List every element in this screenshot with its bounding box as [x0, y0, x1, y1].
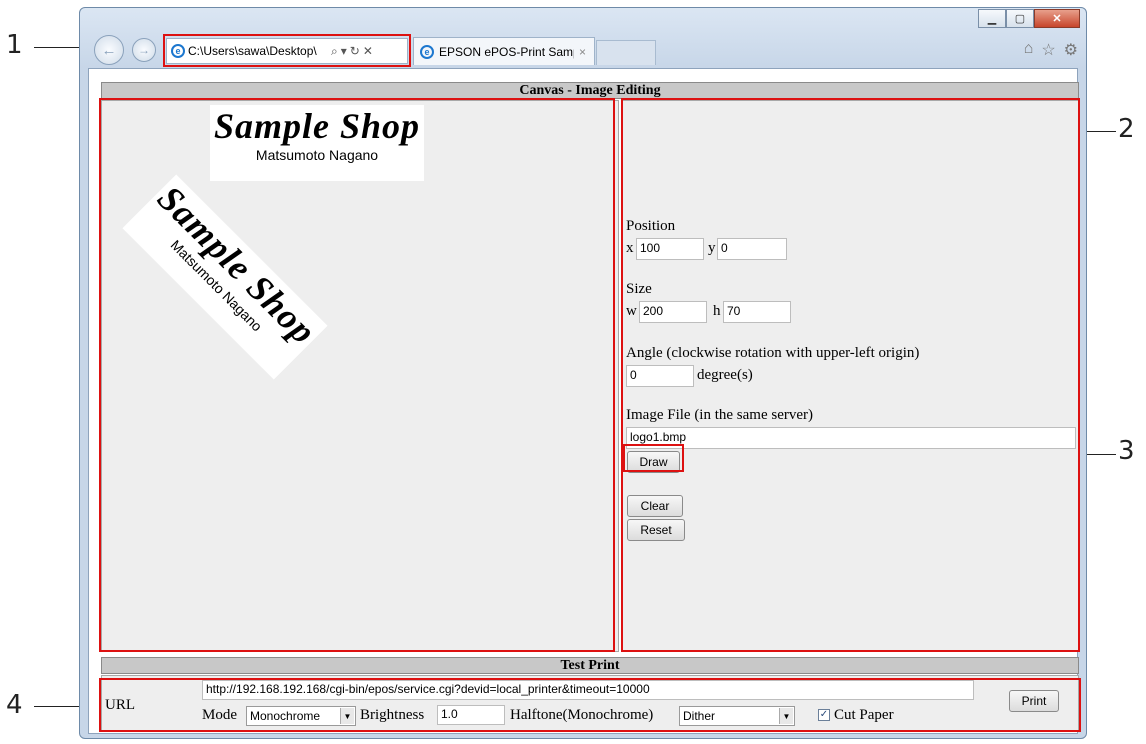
angle-input[interactable]: 0: [626, 365, 694, 387]
settings-gear-icon[interactable]: ⚙: [1064, 40, 1078, 60]
rotated-logo-title: Sample Shop: [150, 177, 325, 352]
title-bar: ▁ ▢ ✕ ← → e C:\Users\sawa\Desktop\ ⌕ ▾ ↻…: [80, 8, 1086, 68]
brightness-label: Brightness: [360, 707, 425, 723]
reset-button[interactable]: Reset: [627, 519, 685, 541]
clear-button[interactable]: Clear: [627, 495, 683, 517]
address-text: C:\Users\sawa\Desktop\: [188, 44, 317, 58]
window-controls: ▁ ▢ ✕: [978, 9, 1080, 28]
close-window-icon[interactable]: ✕: [1034, 9, 1080, 28]
w-input[interactable]: 200: [639, 301, 707, 323]
canvas-section-header: Canvas - Image Editing: [101, 82, 1079, 99]
mode-value: Monochrome: [250, 709, 321, 723]
mode-select[interactable]: Monochrome ▼: [246, 706, 356, 726]
dropdown-icon[interactable]: ▾: [341, 44, 347, 58]
angle-label: Angle (clockwise rotation with upper-lef…: [626, 345, 920, 361]
x-label: x: [626, 240, 634, 256]
h-input[interactable]: 70: [723, 301, 791, 323]
back-icon[interactable]: ←: [94, 35, 124, 65]
controls-panel: Position x 100 y 0 Size w 200 h 70 Angle…: [622, 100, 1079, 652]
ie-page-icon: e: [171, 44, 185, 58]
size-label: Size: [626, 281, 652, 297]
search-icon[interactable]: ⌕: [331, 44, 338, 59]
rotated-logo-image: Sample Shop Matsumoto Nagano: [122, 174, 328, 380]
maximize-icon[interactable]: ▢: [1006, 9, 1034, 28]
refresh-icon[interactable]: ↻: [350, 44, 360, 58]
halftone-label: Halftone(Monochrome): [510, 707, 654, 723]
new-tab-button[interactable]: [596, 40, 656, 65]
url-input[interactable]: http://192.168.192.168/cgi-bin/epos/serv…: [202, 680, 974, 700]
test-print-panel: URL http://192.168.192.168/cgi-bin/epos/…: [101, 675, 1079, 731]
cut-paper-checkbox[interactable]: ✓: [818, 709, 830, 721]
y-input[interactable]: 0: [717, 238, 787, 260]
halftone-value: Dither: [683, 709, 716, 723]
logo-image: Sample Shop Matsumoto Nagano: [210, 105, 424, 181]
draw-button[interactable]: Draw: [627, 451, 680, 473]
tab-ie-icon: e: [420, 44, 434, 59]
image-file-input[interactable]: logo1.bmp: [626, 427, 1076, 449]
tab-epson-sample[interactable]: e EPSON ePOS-Print Sample ... ×: [413, 37, 595, 65]
canvas-area[interactable]: Sample Shop Matsumoto Nagano Sample Shop…: [101, 100, 619, 652]
halftone-select[interactable]: Dither ▼: [679, 706, 795, 726]
w-label: w: [626, 303, 637, 319]
browser-window: ▁ ▢ ✕ ← → e C:\Users\sawa\Desktop\ ⌕ ▾ ↻…: [79, 7, 1087, 739]
h-label: h: [713, 303, 721, 319]
position-label: Position: [626, 218, 676, 234]
home-icon[interactable]: ⌂: [1024, 40, 1034, 60]
tab-title: EPSON ePOS-Print Sample ...: [439, 44, 574, 59]
favorites-star-icon[interactable]: ☆: [1041, 40, 1055, 60]
mode-label: Mode: [202, 707, 237, 723]
callout-3: 3: [1118, 436, 1135, 466]
angle-unit: degree(s): [697, 367, 753, 383]
cut-paper-label: Cut Paper: [834, 707, 894, 723]
chevron-down-icon: ▼: [340, 708, 354, 724]
test-print-header: Test Print: [101, 657, 1079, 674]
address-bar[interactable]: e C:\Users\sawa\Desktop\ ⌕ ▾ ↻ ✕: [166, 38, 408, 64]
browser-tools: ⌂ ☆ ⚙: [1024, 40, 1078, 60]
chevron-down-icon: ▼: [779, 708, 793, 724]
url-label: URL: [105, 697, 135, 713]
minimize-icon[interactable]: ▁: [978, 9, 1006, 28]
logo-subtitle: Matsumoto Nagano: [255, 147, 379, 163]
callout-4: 4: [6, 690, 23, 720]
callout-1: 1: [6, 30, 23, 60]
forward-icon[interactable]: →: [132, 38, 156, 62]
x-input[interactable]: 100: [636, 238, 704, 260]
image-file-label: Image File (in the same server): [626, 407, 814, 423]
page-content: Canvas - Image Editing Sample Shop Matsu…: [88, 68, 1079, 734]
callout-2: 2: [1118, 114, 1135, 144]
print-button[interactable]: Print: [1009, 690, 1059, 712]
brightness-input[interactable]: 1.0: [437, 705, 505, 725]
stop-icon[interactable]: ✕: [363, 44, 373, 58]
logo-title: Sample Shop: [213, 106, 421, 146]
y-label: y: [708, 240, 716, 256]
tab-close-icon[interactable]: ×: [579, 45, 586, 59]
